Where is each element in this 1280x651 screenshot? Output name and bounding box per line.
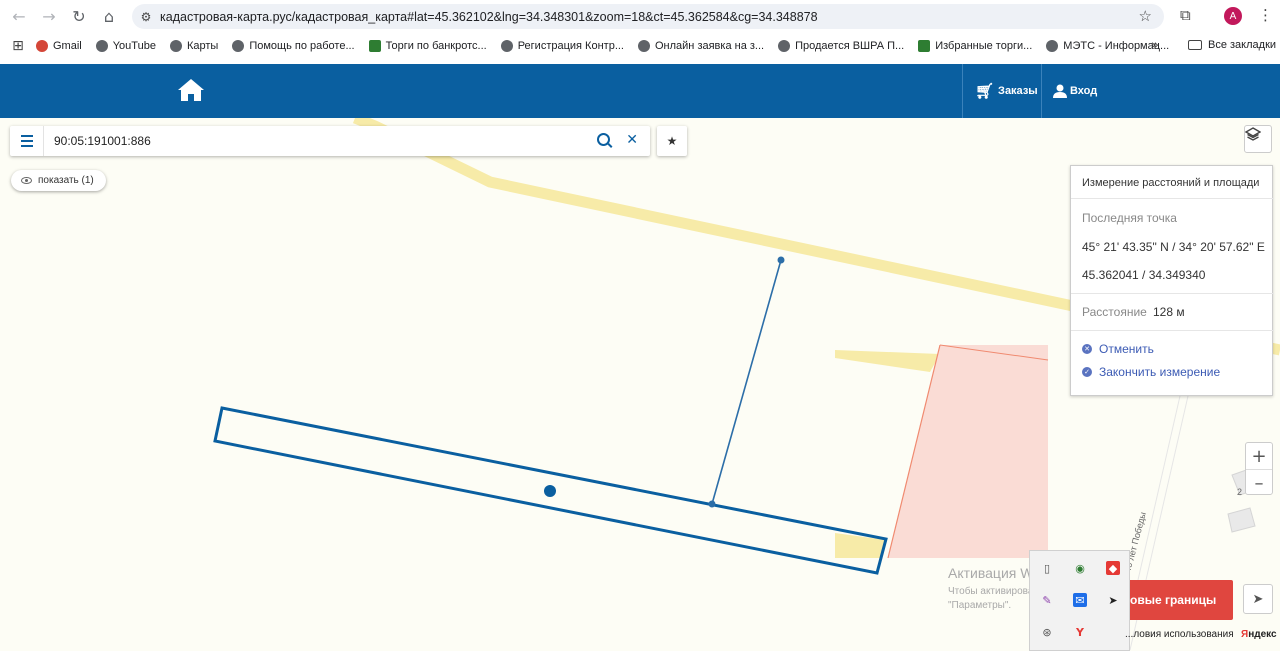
forward-icon[interactable]: →	[34, 2, 64, 32]
coords-decimal: 45.362041 / 34.349340	[1082, 268, 1206, 282]
folder-icon	[1188, 40, 1202, 50]
divider	[1071, 198, 1274, 199]
globe-icon	[232, 40, 245, 52]
home-browser-icon[interactable]: ⌂	[94, 2, 124, 32]
layers-button[interactable]	[1244, 125, 1272, 153]
measurement-point[interactable]	[708, 500, 716, 508]
parcel-center-marker[interactable]	[544, 485, 556, 497]
url-text: кадастровая-карта.рус/кадастровая_карта#…	[160, 9, 818, 24]
eye-icon	[21, 177, 32, 184]
search-icon[interactable]	[597, 133, 610, 146]
reload-icon[interactable]: ↻	[64, 2, 94, 32]
search-input[interactable]	[54, 134, 584, 148]
remote-app-icon[interactable]: ◆	[1106, 561, 1120, 575]
bookmark-item[interactable]: Карты	[169, 40, 218, 52]
header-divider	[1041, 64, 1042, 118]
distance-value: 128 м	[1153, 305, 1185, 319]
bookmark-item[interactable]: Избранные торги...	[918, 40, 1032, 52]
globe-icon	[95, 40, 108, 52]
coords-dms: 45° 21' 43.35" N / 34° 20' 57.62" E	[1082, 240, 1265, 254]
bookmark-item[interactable]: Торги по банкротс...	[368, 40, 487, 52]
star-icon[interactable]: ★	[657, 126, 687, 156]
bookmark-item[interactable]: Gmail	[36, 40, 82, 52]
browser-toolbar: ← → ↻ ⌂ ⚙ кадастровая-карта.рус/кадастро…	[0, 0, 1280, 33]
bookmark-star-icon[interactable]: ☆	[1139, 7, 1152, 25]
shield-icon[interactable]: ◉	[1073, 561, 1087, 575]
site-header: 🛒︎ Заказы Вход	[0, 64, 1280, 118]
login-button[interactable]: Вход	[1053, 64, 1097, 118]
mail-icon[interactable]: ✉	[1073, 593, 1087, 607]
gmail-icon	[36, 40, 48, 52]
cancel-measurement-button[interactable]: ✕ Отменить	[1082, 342, 1154, 356]
system-tray-overflow: ▯ ◉ ◆ ✎ ✉ ➤ ⊛ Y	[1029, 550, 1130, 651]
measurement-panel-title: Измерение расстояний и площади	[1082, 177, 1260, 189]
bookmark-item[interactable]: Онлайн заявка на з...	[638, 40, 764, 52]
menu-icon[interactable]	[10, 126, 44, 156]
home-icon[interactable]	[177, 78, 205, 102]
zoom-out-button[interactable]: –	[1246, 470, 1272, 496]
finish-measurement-button[interactable]: ✓ Закончить измерение	[1082, 365, 1220, 379]
zoom-in-button[interactable]: +	[1246, 443, 1272, 469]
bookmarks-bar: ⊞ Gmail YouTube Карты Помощь по работе..…	[0, 33, 1280, 59]
layers-icon	[1245, 127, 1261, 141]
globe-icon	[778, 40, 791, 52]
cart-icon: 🛒︎	[975, 82, 995, 100]
bookmark-item[interactable]: Помощь по работе...	[232, 40, 355, 52]
terms-of-use-link[interactable]: ...ловия использования	[1125, 629, 1234, 640]
network-icon[interactable]: ⊛	[1040, 625, 1054, 639]
usb-icon[interactable]: ▯	[1040, 561, 1054, 575]
measurement-point[interactable]	[777, 256, 785, 264]
extensions-icon[interactable]: ⧉	[1180, 6, 1191, 24]
search-box: ✕	[10, 126, 650, 156]
neighbor-parcel	[888, 345, 1048, 558]
bookmark-item[interactable]: Регистрация Контр...	[500, 40, 624, 52]
globe-icon	[169, 40, 182, 52]
bookmark-item[interactable]: YouTube	[95, 40, 156, 52]
globe-icon	[500, 40, 513, 52]
hammer-icon	[918, 40, 931, 52]
house-number: 2	[1237, 487, 1242, 497]
measurement-line	[711, 259, 782, 505]
zoom-control: + –	[1245, 442, 1273, 495]
globe-icon	[1046, 40, 1059, 52]
user-icon	[1053, 84, 1067, 98]
map-canvas[interactable]: 2 40 лет Победы ✕ ★ показать (1) Измерен…	[0, 118, 1280, 651]
last-point-label: Последняя точка	[1082, 211, 1177, 225]
measurement-panel: Измерение расстояний и площади Последняя…	[1070, 165, 1274, 396]
all-bookmarks-button[interactable]: Все закладки	[1188, 39, 1276, 51]
apps-grid-icon[interactable]: ⊞	[0, 38, 36, 54]
hammer-icon	[368, 40, 381, 52]
back-icon[interactable]: ←	[4, 2, 34, 32]
distance-label: Расстояние	[1082, 305, 1147, 319]
yandex-browser-icon[interactable]: Y	[1073, 625, 1087, 639]
building	[1227, 507, 1256, 533]
divider	[1071, 293, 1274, 294]
orders-button[interactable]: 🛒︎ Заказы	[975, 64, 1038, 118]
header-divider	[962, 64, 963, 118]
yandex-logo[interactable]: Яндекс	[1241, 629, 1277, 640]
locate-arrow-icon[interactable]: ➤	[1243, 584, 1273, 614]
road	[835, 350, 940, 372]
check-icon: ✓	[1082, 367, 1092, 377]
site-settings-icon[interactable]: ⚙	[132, 10, 160, 24]
profile-avatar[interactable]: A	[1224, 7, 1242, 25]
close-icon: ✕	[1082, 344, 1092, 354]
address-bar[interactable]: ⚙ кадастровая-карта.рус/кадастровая_карт…	[132, 4, 1164, 29]
globe-icon	[638, 40, 650, 52]
browser-menu-icon[interactable]: ⋮	[1258, 6, 1273, 24]
show-results-button[interactable]: показать (1)	[11, 170, 106, 191]
bookmarks-overflow-chevron[interactable]: »	[1151, 38, 1159, 53]
divider	[1071, 330, 1274, 331]
bookmark-item[interactable]: Продается ВШРА П...	[778, 40, 904, 52]
telegram-icon[interactable]: ➤	[1106, 593, 1120, 607]
pen-icon[interactable]: ✎	[1040, 593, 1054, 607]
close-icon[interactable]: ✕	[626, 132, 638, 148]
